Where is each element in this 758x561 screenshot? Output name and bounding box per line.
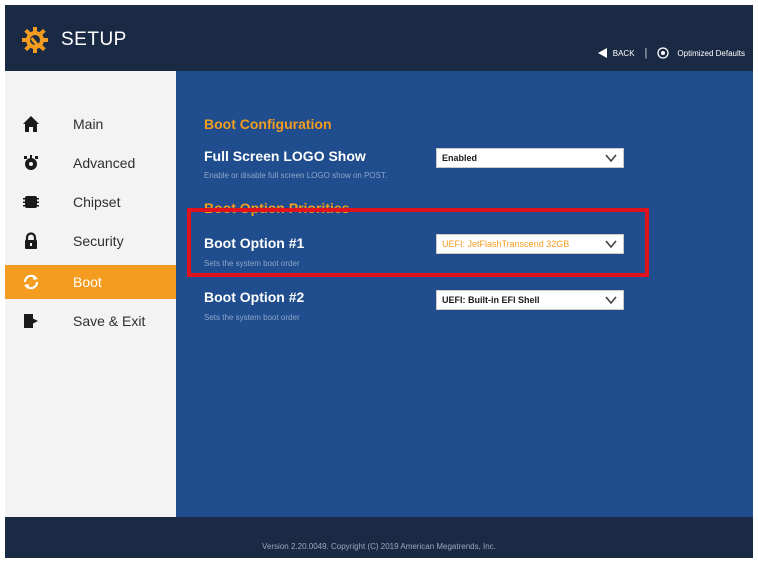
sidebar-item-label: Security [73,233,124,249]
boot-option-1-value: UEFI: JetFlashTranscend 32GB [442,239,570,249]
sidebar-item-chipset[interactable]: Chipset [5,185,176,219]
version-copyright-text: Version 2.20.0049. Copyright (C) 2019 Am… [262,542,496,551]
exit-door-icon [24,314,38,328]
sidebar-item-label: Boot [73,274,102,290]
footer-bar: Version 2.20.0049. Copyright (C) 2019 Am… [5,517,753,558]
chevron-down-icon [605,240,617,249]
back-label: BACK [612,48,635,58]
defaults-gear-icon [657,47,670,59]
defaults-label: Optimized Defaults [677,48,745,58]
logo-show-label: Full Screen LOGO Show [204,148,366,164]
sidebar-item-main[interactable]: Main [5,107,176,141]
header-separator: | [644,47,648,59]
advanced-gear-icon [24,155,38,170]
sidebar-item-boot[interactable]: Boot [5,265,176,299]
app-title: SETUP [61,29,127,50]
boot-settings-panel: Boot Configuration Full Screen LOGO Show… [176,71,753,517]
sidebar-item-save-exit[interactable]: Save & Exit [5,304,176,338]
lock-icon [25,232,37,249]
header-actions: BACK | Optimized Defaults [597,45,745,61]
chevron-down-icon [605,154,617,163]
section-title-boot-option-priorities: Boot Option Priorities [204,200,350,216]
boot-option-2-value: UEFI: Built-in EFI Shell [442,295,540,305]
logo-show-value: Enabled [442,153,478,163]
home-icon [23,116,39,132]
logo-show-select[interactable]: Enabled [436,148,624,168]
sidebar: Main Advanced Chipset Security Boot Save… [5,71,176,517]
boot-option-1-label: Boot Option #1 [204,235,305,251]
boot-option-2-label: Boot Option #2 [204,289,305,305]
bios-setup-window: SETUP BACK | Optimized Defaults Main Adv… [5,5,753,558]
sidebar-item-label: Chipset [73,194,121,210]
boot-option-2-description: Sets the system boot order [204,313,300,322]
chip-icon [23,196,39,208]
sidebar-item-label: Advanced [73,155,136,171]
boot-option-2-select[interactable]: UEFI: Built-in EFI Shell [436,290,624,310]
back-button[interactable]: BACK [597,48,635,58]
chevron-down-icon [605,296,617,305]
back-arrow-icon [597,48,607,58]
boot-option-1-select[interactable]: UEFI: JetFlashTranscend 32GB [436,234,624,254]
sidebar-item-label: Main [73,116,104,132]
sidebar-item-advanced[interactable]: Advanced [5,146,176,180]
logo-show-description: Enable or disable full screen LOGO show … [204,171,388,180]
gear-wrench-icon [22,27,48,53]
sidebar-item-security[interactable]: Security [5,224,176,258]
optimized-defaults-button[interactable]: Optimized Defaults [657,47,745,59]
boot-option-1-description: Sets the system boot order [204,259,300,268]
section-title-boot-configuration: Boot Configuration [204,116,332,132]
sidebar-item-label: Save & Exit [73,313,146,329]
header-bar: SETUP BACK | Optimized Defaults [5,5,753,71]
refresh-icon [23,274,39,290]
